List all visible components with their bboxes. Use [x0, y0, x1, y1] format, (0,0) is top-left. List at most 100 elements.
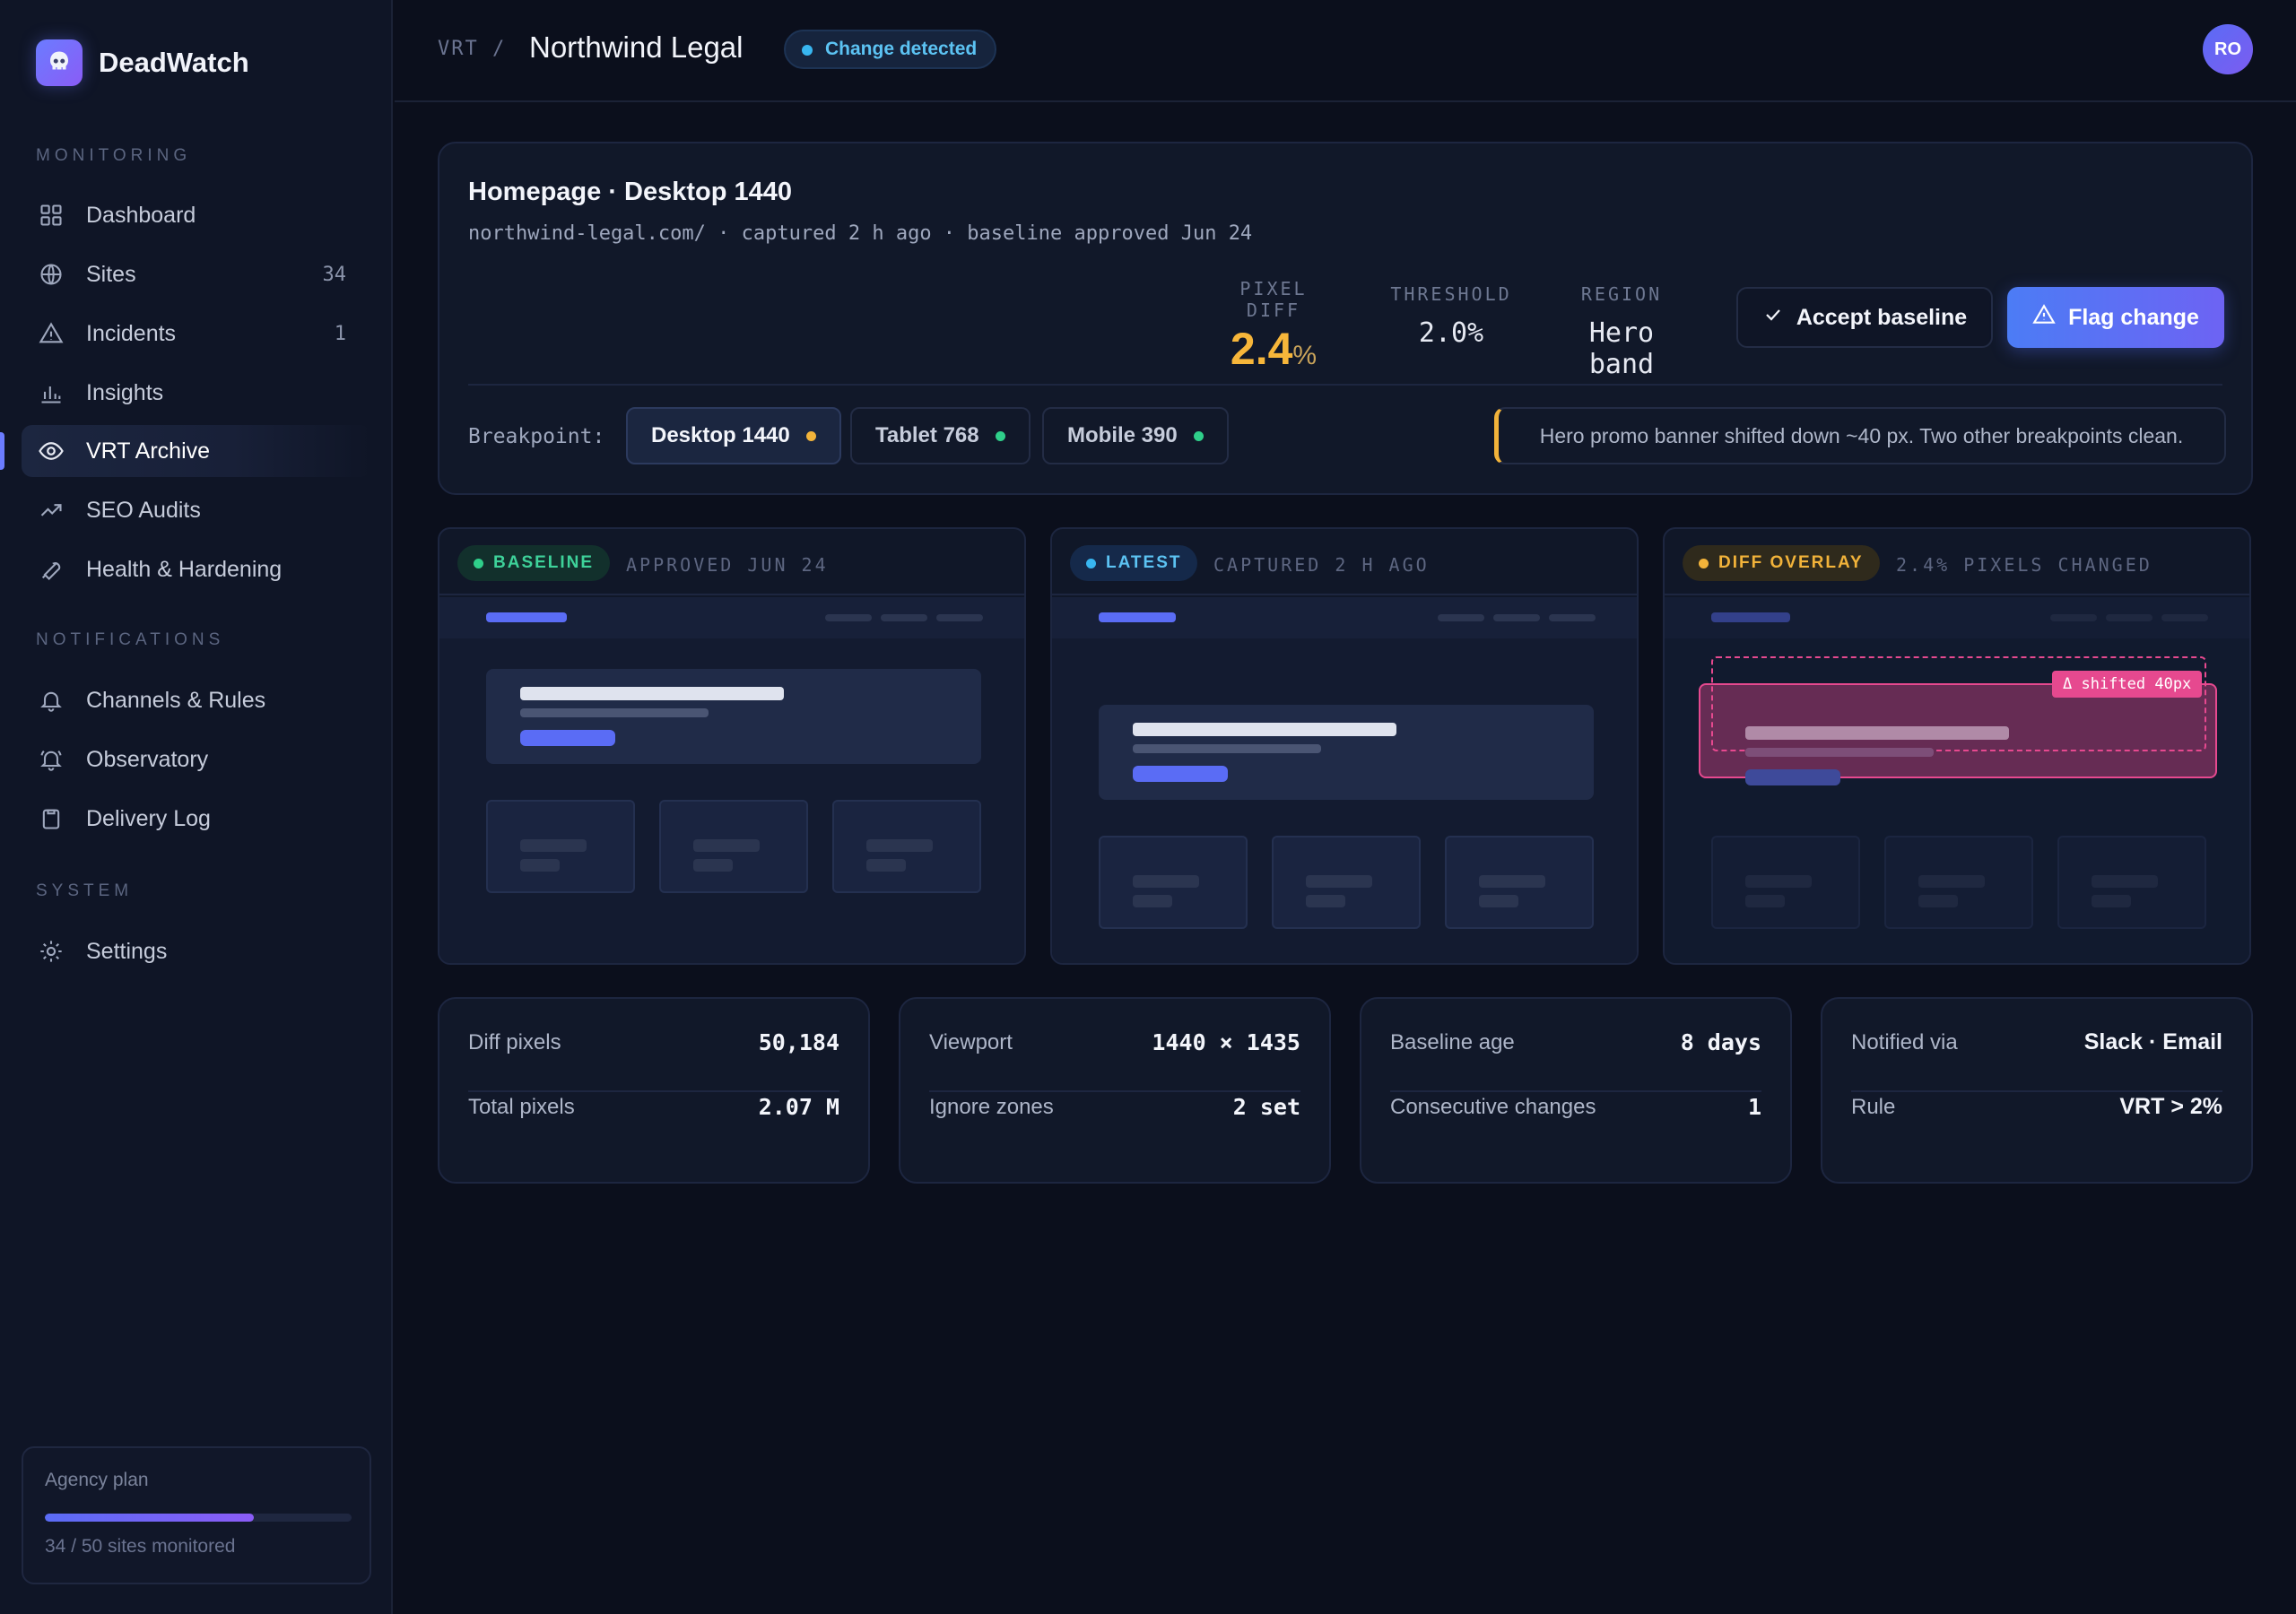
stat-card-notifications: Notified via Slack · Email Rule VRT > 2% [1821, 997, 2253, 1184]
stat-value: Slack · Email [2083, 1029, 2222, 1054]
breakpoint-name: Desktop 1440 [651, 423, 790, 447]
sidebar-item-observatory[interactable]: Observatory [22, 733, 371, 785]
mock-card-line [520, 839, 587, 852]
pixel-diff-value: 2.4% [1230, 324, 1318, 374]
sidebar-item-health-hardening[interactable]: Health & Hardening [22, 543, 371, 595]
stat-value: 1440 × 1435 [1152, 1029, 1300, 1055]
mock-hero-heading [1133, 723, 1396, 736]
stat-row: Viewport 1440 × 1435 [929, 1029, 1300, 1055]
mock-hero-text [1745, 748, 1934, 757]
mock-card-line [1306, 895, 1345, 907]
capture-header-card: Homepage · Desktop 1440 northwind-legal.… [438, 142, 2253, 495]
breakpoint-desktop-1440[interactable]: Desktop 1440 [626, 407, 841, 464]
sidebar-item-label: Incidents [86, 320, 177, 346]
panel-header: LATEST CAPTURED 2 H AGO [1052, 529, 1637, 595]
metric-threshold: THRESHOLD 2.0% [1388, 278, 1514, 349]
plan-usage-bar [45, 1514, 352, 1522]
latest-screenshot [1052, 597, 1637, 963]
sidebar-item-insights[interactable]: Insights [22, 367, 371, 419]
warning-icon [38, 320, 65, 347]
sidebar-item-incidents[interactable]: Incidents 1 [22, 308, 371, 360]
mock-logo [1711, 612, 1790, 622]
sidebar-item-channels-rules[interactable]: Channels & Rules [22, 674, 371, 726]
status-badge: Change detected [784, 30, 997, 69]
panel-header: DIFF OVERLAY 2.4% PIXELS CHANGED [1665, 529, 2249, 595]
change-note: Hero promo banner shifted down ~40 px. T… [1494, 407, 2226, 464]
sidebar-item-label: Sites [86, 261, 136, 287]
stat-key: Baseline age [1390, 1029, 1515, 1054]
mock-card-line [2092, 875, 2158, 888]
sidebar-item-label: VRT Archive [86, 438, 211, 464]
accept-baseline-button[interactable]: Accept baseline [1736, 287, 1993, 348]
sidebar-item-label: Dashboard [86, 202, 196, 228]
diff-overlay-panel[interactable]: DIFF OVERLAY 2.4% PIXELS CHANGED Δ shift… [1663, 527, 2251, 965]
mock-logo [1099, 612, 1176, 622]
brand[interactable]: DeadWatch [36, 39, 249, 86]
plan-card[interactable]: Agency plan 34 / 50 sites monitored [22, 1446, 371, 1584]
nav-section-monitoring: MONITORING [36, 146, 192, 165]
mock-link [1438, 614, 1484, 621]
skull-logo-icon [36, 39, 83, 86]
stat-key: Ignore zones [929, 1094, 1054, 1119]
breakpoint-tablet-768[interactable]: Tablet 768 [850, 407, 1031, 464]
mock-card-line [866, 839, 933, 852]
sidebar-item-vrt-archive[interactable]: VRT Archive [22, 425, 371, 477]
status-dot [805, 430, 816, 441]
globe-icon [38, 261, 65, 288]
sidebar-item-delivery-log[interactable]: Delivery Log [22, 793, 371, 845]
mock-hero-text [1133, 744, 1321, 753]
breakpoint-name: Mobile 390 [1067, 423, 1178, 447]
divider [468, 384, 2222, 386]
breakpoint-mobile-390[interactable]: Mobile 390 [1042, 407, 1229, 464]
stat-row: Baseline age 8 days [1390, 1029, 1761, 1055]
divider [1390, 1090, 1761, 1092]
mock-hero-cta [1133, 766, 1228, 782]
panel-meta: 2.4% PIXELS CHANGED [1896, 554, 2152, 576]
panel-meta: CAPTURED 2 H AGO [1213, 554, 1430, 576]
latest-panel[interactable]: LATEST CAPTURED 2 H AGO [1050, 527, 1639, 965]
breadcrumb-root[interactable]: VRT / [438, 38, 506, 60]
mock-link [1549, 614, 1596, 621]
stat-key: Total pixels [468, 1094, 575, 1119]
sidebar-item-settings[interactable]: Settings [22, 925, 371, 977]
stat-key: Rule [1851, 1094, 1896, 1119]
trend-icon [38, 497, 65, 524]
plan-title: Agency plan [45, 1470, 149, 1490]
flag-change-label: Flag change [2068, 304, 2199, 330]
mock-card-line [1479, 875, 1545, 888]
stat-row: Diff pixels 50,184 [468, 1029, 839, 1055]
sidebar-item-dashboard[interactable]: Dashboard [22, 189, 371, 241]
avatar[interactable]: RO [2203, 24, 2253, 74]
bell-icon [38, 687, 65, 714]
flag-change-button[interactable]: Flag change [2007, 287, 2224, 348]
topbar: VRT / Northwind Legal Change detected RO [395, 0, 2296, 102]
baseline-tag: BASELINE [457, 545, 611, 581]
check-icon [1762, 304, 1784, 332]
stat-key: Viewport [929, 1029, 1013, 1054]
baseline-panel[interactable]: BASELINE APPROVED JUN 24 [438, 527, 1026, 965]
divider [929, 1090, 1300, 1092]
baseline-screenshot [439, 597, 1024, 963]
mock-link [2050, 614, 2097, 621]
sites-count: 34 [322, 263, 347, 286]
sidebar-item-seo-audits[interactable]: SEO Audits [22, 484, 371, 536]
bar-chart-icon [38, 379, 65, 406]
sidebar-item-label: Channels & Rules [86, 687, 266, 713]
incidents-count: 1 [334, 322, 346, 345]
metric-label: PIXEL DIFF [1239, 278, 1308, 321]
stat-row: Rule VRT > 2% [1851, 1094, 2222, 1120]
panel-header: BASELINE APPROVED JUN 24 [439, 529, 1024, 595]
bell-ring-icon [38, 746, 65, 773]
sidebar: DeadWatch MONITORING Dashboard Sites 34 … [0, 0, 393, 1614]
app-name: DeadWatch [99, 47, 249, 78]
sidebar-item-sites[interactable]: Sites 34 [22, 248, 371, 300]
divider [468, 1090, 839, 1092]
metric-label: THRESHOLD [1390, 283, 1512, 305]
stat-row: Total pixels 2.07 M [468, 1094, 839, 1120]
stat-row: Ignore zones 2 set [929, 1094, 1300, 1120]
latest-tag: LATEST [1070, 545, 1198, 581]
mock-hero-cta [1745, 769, 1840, 785]
metric-region: REGION Hero band [1550, 278, 1693, 380]
status-dot [995, 430, 1005, 441]
capture-subtitle: northwind-legal.com/ · captured 2 h ago … [468, 222, 1253, 245]
